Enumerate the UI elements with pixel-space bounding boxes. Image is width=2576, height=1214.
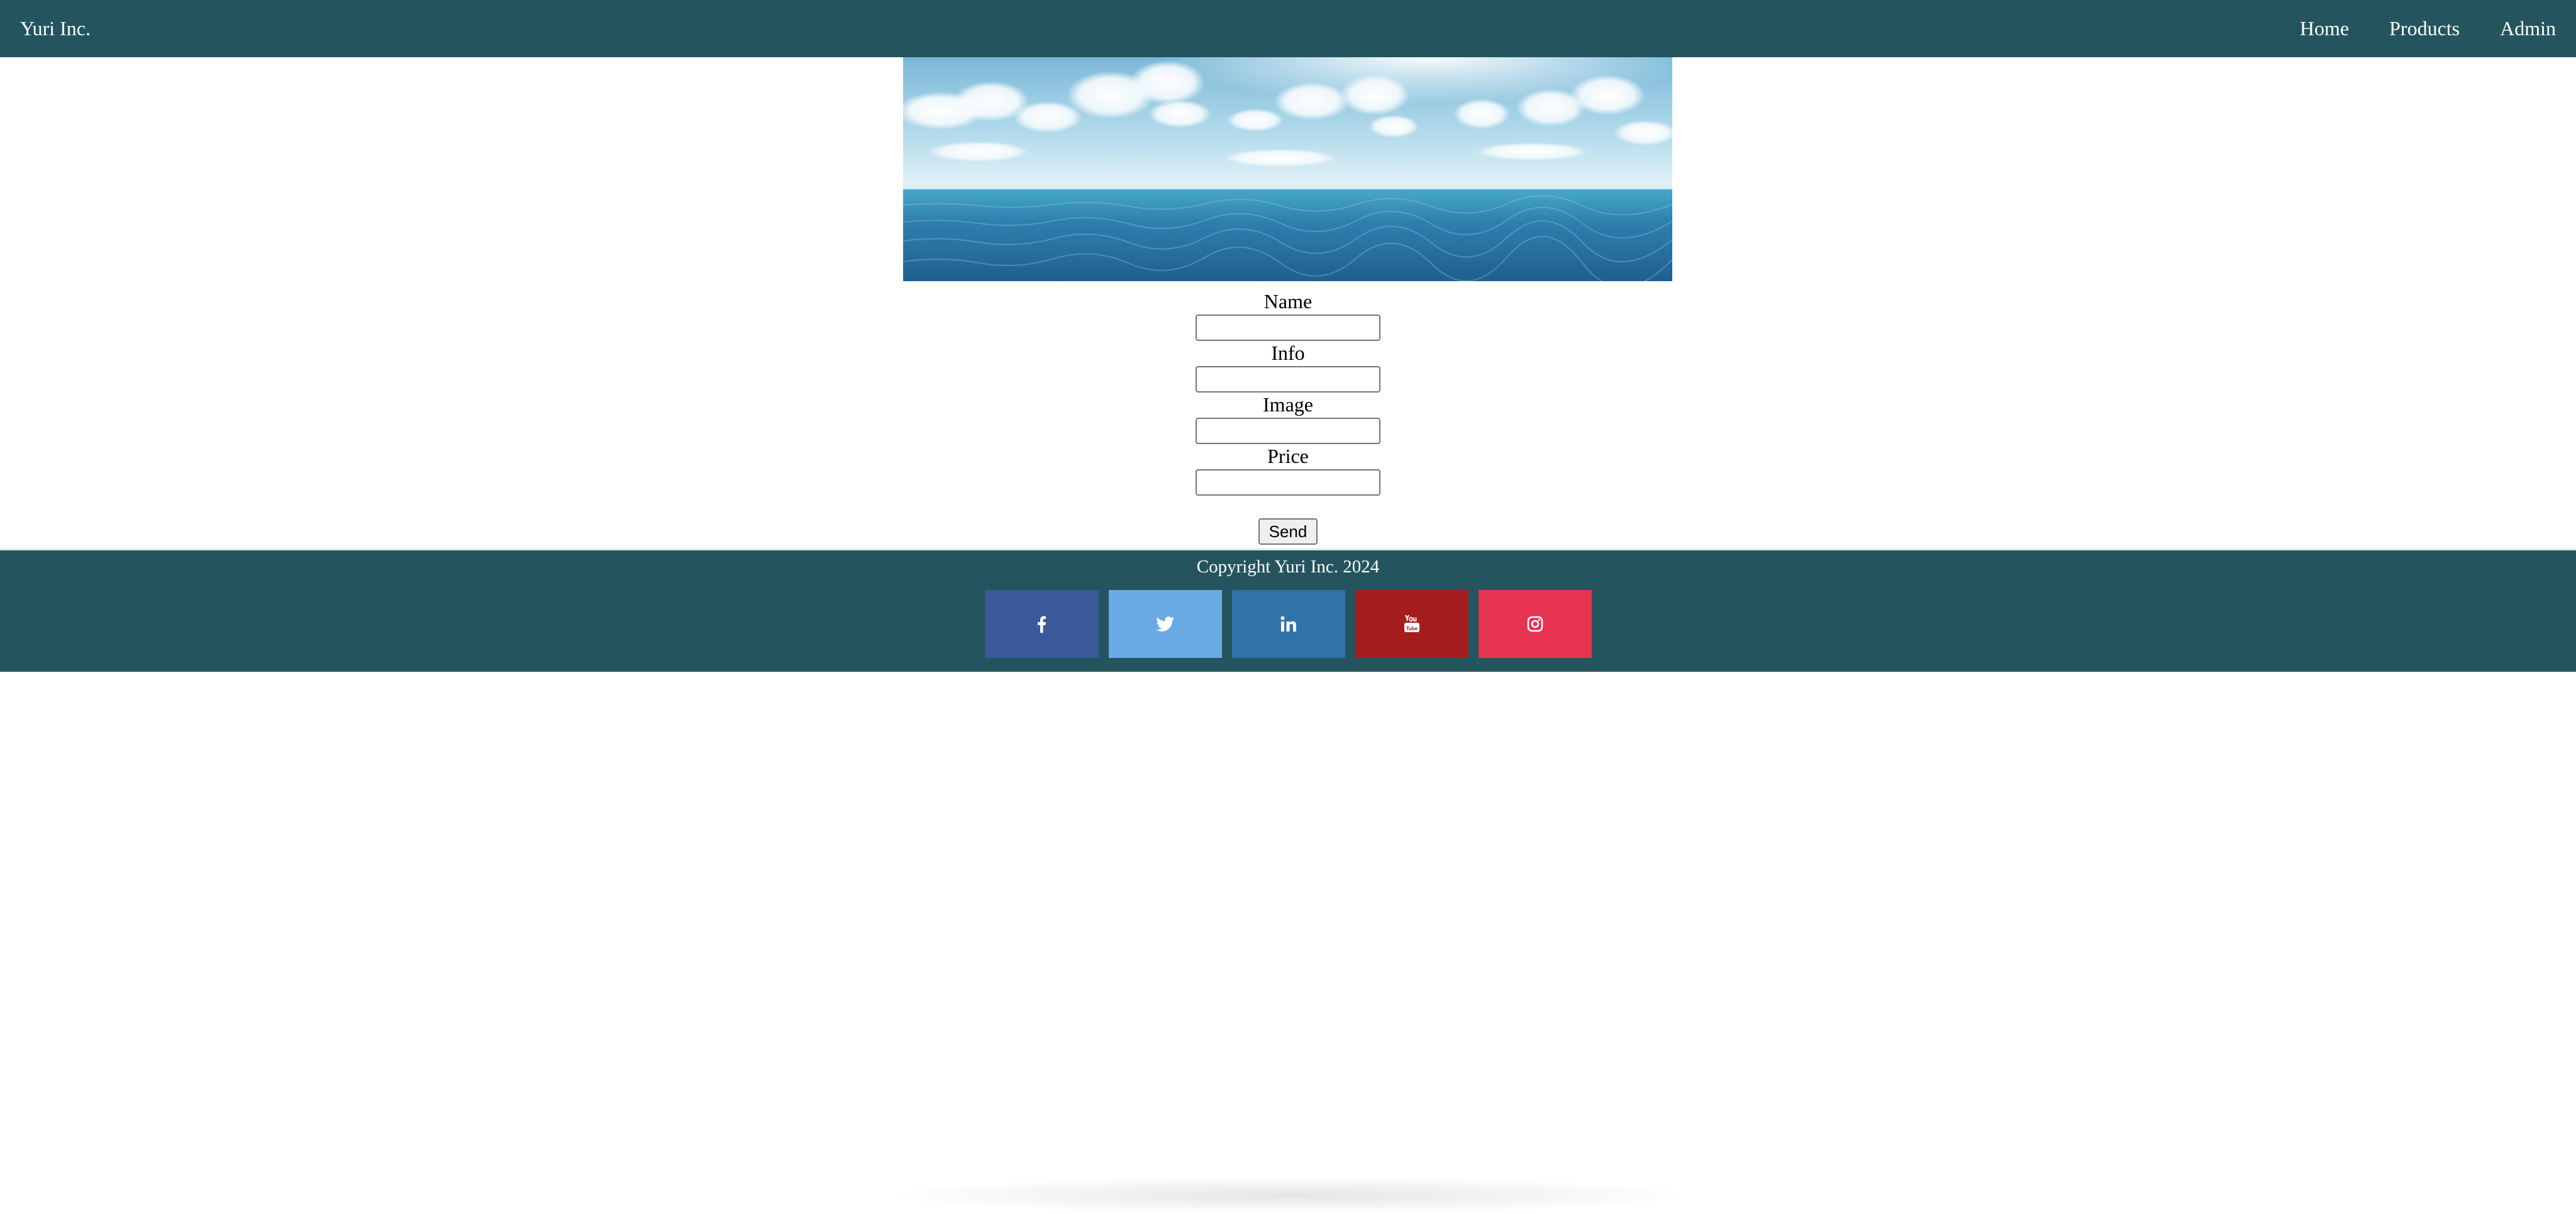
copyright-text: Copyright Yuri Inc. 2024 <box>1196 557 1380 577</box>
youtube-icon: Tube <box>1404 615 1419 632</box>
name-label: Name <box>1263 290 1313 313</box>
instagram-button[interactable] <box>1479 590 1592 658</box>
svg-text:Tube: Tube <box>1406 626 1418 632</box>
linkedin-icon <box>1280 616 1296 632</box>
product-form: Name Info Image Price Send <box>0 289 2576 545</box>
image-input[interactable] <box>1196 418 1380 444</box>
instagram-icon <box>1527 616 1543 632</box>
facebook-button[interactable] <box>985 590 1099 658</box>
image-label: Image <box>1263 393 1313 416</box>
facebook-icon <box>1038 616 1046 633</box>
bottom-shadow <box>880 1176 1698 1214</box>
twitter-button[interactable] <box>1109 590 1222 658</box>
nav-link-home[interactable]: Home <box>2300 17 2349 40</box>
site-footer: Copyright Yuri Inc. 2024 Tube <box>0 549 2576 672</box>
send-button[interactable]: Send <box>1258 518 1318 545</box>
linkedin-button[interactable] <box>1232 590 1345 658</box>
price-label: Price <box>1267 445 1309 467</box>
info-input[interactable] <box>1196 366 1380 393</box>
nav-link-admin[interactable]: Admin <box>2500 17 2556 40</box>
brand-logo-link[interactable]: Yuri Inc. <box>20 17 91 40</box>
youtube-button[interactable]: Tube <box>1355 590 1468 658</box>
name-input[interactable] <box>1196 315 1380 341</box>
top-navbar: Yuri Inc. Home Products Admin <box>0 0 2576 57</box>
info-label: Info <box>1271 342 1305 364</box>
price-input[interactable] <box>1196 469 1380 496</box>
twitter-icon <box>1156 616 1174 632</box>
nav-links: Home Products Admin <box>2300 17 2556 40</box>
social-links: Tube <box>985 590 1592 658</box>
ocean-banner-image <box>903 57 1672 281</box>
nav-link-products[interactable]: Products <box>2389 17 2460 40</box>
